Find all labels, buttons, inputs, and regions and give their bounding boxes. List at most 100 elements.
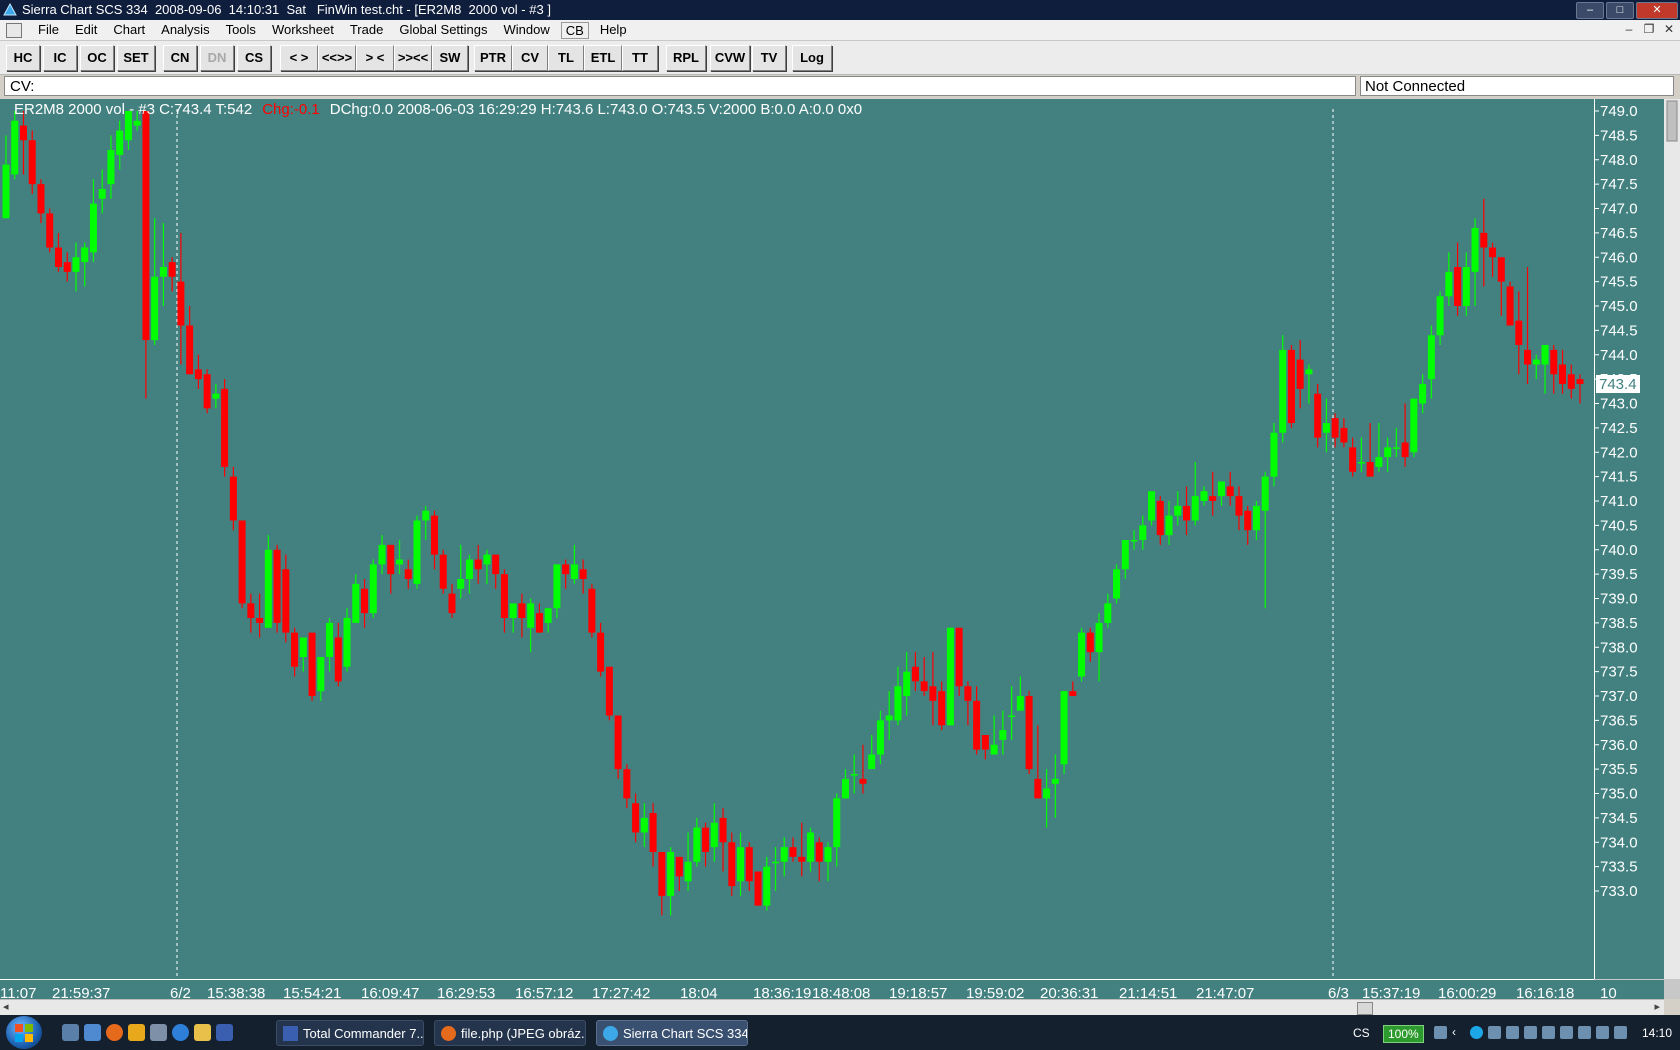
toolbar-scroll-button[interactable]: < > — [280, 45, 318, 71]
candle — [1060, 691, 1068, 774]
settings-icon[interactable] — [150, 1024, 167, 1041]
task-total-commander[interactable]: Total Commander 7... — [276, 1020, 424, 1046]
volume-icon[interactable] — [1578, 1026, 1591, 1039]
candle-body — [579, 569, 587, 579]
candle-body — [649, 813, 657, 852]
toolbar-expand-button[interactable]: <<>> — [318, 45, 356, 71]
mdi-minimize-button[interactable]: – — [1622, 22, 1636, 36]
minimize-button[interactable]: – — [1576, 2, 1604, 19]
toolbar-set-button[interactable]: SET — [117, 45, 155, 71]
tray-app-icon[interactable] — [1524, 1026, 1537, 1039]
toolbar-rpl-button[interactable]: RPL — [666, 45, 706, 71]
start-button[interactable] — [6, 1016, 42, 1049]
toolbar-sw-button[interactable]: SW — [432, 45, 468, 71]
x-tick-label: 18:04 — [680, 985, 718, 999]
toolbar-etl-button[interactable]: ETL — [584, 45, 622, 71]
menu-global-settings[interactable]: Global Settings — [391, 22, 495, 39]
task-firefox-file[interactable]: file.php (JPEG obráz... — [434, 1020, 586, 1046]
candle-body — [439, 554, 447, 589]
mdi-restore-button[interactable]: ❐ — [1642, 22, 1656, 36]
firefox-icon[interactable] — [106, 1024, 123, 1041]
y-tick-label: 746.0 — [1600, 249, 1638, 266]
tray-app-icon[interactable] — [1488, 1026, 1501, 1039]
candle-body — [413, 520, 421, 584]
menu-edit[interactable]: Edit — [67, 22, 105, 39]
candle-body — [1113, 569, 1121, 599]
scroll-left-icon[interactable]: ◂ — [3, 1000, 9, 1013]
chart-info-suffix: DChg:0.0 2008-06-03 16:29:29 H:743.6 L:7… — [330, 101, 862, 118]
tray-app-icon[interactable] — [1560, 1026, 1573, 1039]
language-indicator[interactable]: CS — [1353, 1026, 1370, 1040]
candle-body — [1078, 632, 1086, 677]
candle-body — [806, 832, 814, 862]
toolbar-dn-button[interactable]: DN — [200, 45, 234, 71]
menu-cb[interactable]: CB — [560, 22, 589, 39]
menu-chart[interactable]: Chart — [105, 22, 153, 39]
zoom-indicator[interactable]: 100% — [1383, 1025, 1424, 1043]
menu-window[interactable]: Window — [496, 22, 558, 39]
menu-tools[interactable]: Tools — [218, 22, 264, 39]
cv-field[interactable]: CV: — [4, 76, 1356, 96]
toolbar-cv-button[interactable]: CV — [512, 45, 548, 71]
candle-body — [1410, 398, 1418, 453]
toolbar-cs-button[interactable]: CS — [237, 45, 271, 71]
toolbar-oc-button[interactable]: OC — [80, 45, 114, 71]
x-tick-label: 21:47:07 — [1196, 985, 1254, 999]
y-tick-label: 733.0 — [1600, 883, 1638, 900]
candle-body — [1165, 515, 1173, 536]
toolbar-log-button[interactable]: Log — [792, 45, 832, 71]
folder-icon[interactable] — [194, 1024, 211, 1041]
task-sierra-chart[interactable]: Sierra Chart SCS 334... — [596, 1020, 748, 1046]
horizontal-scrollbar[interactable]: ◂ ▸ — [0, 999, 1664, 1016]
menu-trade[interactable]: Trade — [342, 22, 391, 39]
toolbar-ic-button[interactable]: IC — [43, 45, 77, 71]
mdi-close-button[interactable]: ✕ — [1662, 22, 1676, 36]
scroll-thumb[interactable] — [1357, 1002, 1373, 1015]
save-disk-icon[interactable] — [216, 1024, 233, 1041]
toolbar-hc-button[interactable]: HC — [6, 45, 40, 71]
price-chart[interactable]: 749.0 748.5 748.0 747.5 747.0 746.5 746.0 745.5… — [0, 99, 1680, 999]
candle-body — [465, 559, 473, 579]
title-bar[interactable]: Sierra Chart SCS 334 2008-09-06 14:10:31… — [0, 0, 1680, 20]
candle-body — [107, 150, 115, 185]
toolbar-ptr-button[interactable]: PTR — [474, 45, 512, 71]
toolbar-compress-button[interactable]: >><< — [394, 45, 432, 71]
tray-app-icon[interactable] — [1614, 1026, 1627, 1039]
candle-body — [1524, 349, 1532, 365]
media-player-icon[interactable] — [128, 1024, 145, 1041]
toolbar-cvw-button[interactable]: CVW — [710, 45, 750, 71]
candle-body — [946, 627, 954, 726]
toolbar-contract-button[interactable]: > < — [356, 45, 394, 71]
tray-app-icon[interactable] — [1596, 1026, 1609, 1039]
cv-bar: CV: Not Connected — [4, 76, 1680, 98]
firefox-icon — [441, 1026, 456, 1041]
chevron-left-icon[interactable]: ‹ — [1452, 1026, 1465, 1039]
scroll-right-icon[interactable]: ▸ — [1654, 1000, 1660, 1013]
tray-app-icon[interactable] — [1506, 1026, 1519, 1039]
menu-worksheet[interactable]: Worksheet — [264, 22, 342, 39]
menu-file[interactable]: File — [30, 22, 67, 39]
explorer-icon[interactable] — [84, 1024, 101, 1041]
skype-icon[interactable] — [1470, 1026, 1483, 1039]
close-button[interactable]: ✕ — [1636, 2, 1678, 19]
y-tick-label: 737.5 — [1600, 664, 1638, 681]
toolbar-tt-button[interactable]: TT — [622, 45, 658, 71]
toolbar-cn-button[interactable]: CN — [163, 45, 197, 71]
menu-help[interactable]: Help — [592, 22, 635, 39]
show-desktop-icon[interactable] — [62, 1024, 79, 1041]
internet-explorer-icon[interactable] — [172, 1024, 189, 1041]
network-icon[interactable] — [1434, 1026, 1447, 1039]
x-tick-label: 19:18:57 — [889, 985, 947, 999]
clock[interactable]: 14:10 — [1642, 1026, 1672, 1040]
candle — [273, 544, 281, 633]
tray-app-icon[interactable] — [1542, 1026, 1555, 1039]
candle-body — [483, 554, 491, 565]
candle-body — [361, 588, 369, 614]
vertical-scrollbar[interactable] — [1664, 99, 1680, 979]
document-icon[interactable] — [6, 23, 22, 38]
maximize-button[interactable]: □ — [1606, 2, 1634, 19]
candle-body — [1506, 286, 1514, 326]
toolbar-tl-button[interactable]: TL — [548, 45, 584, 71]
menu-analysis[interactable]: Analysis — [153, 22, 217, 39]
toolbar-tv-button[interactable]: TV — [752, 45, 786, 71]
